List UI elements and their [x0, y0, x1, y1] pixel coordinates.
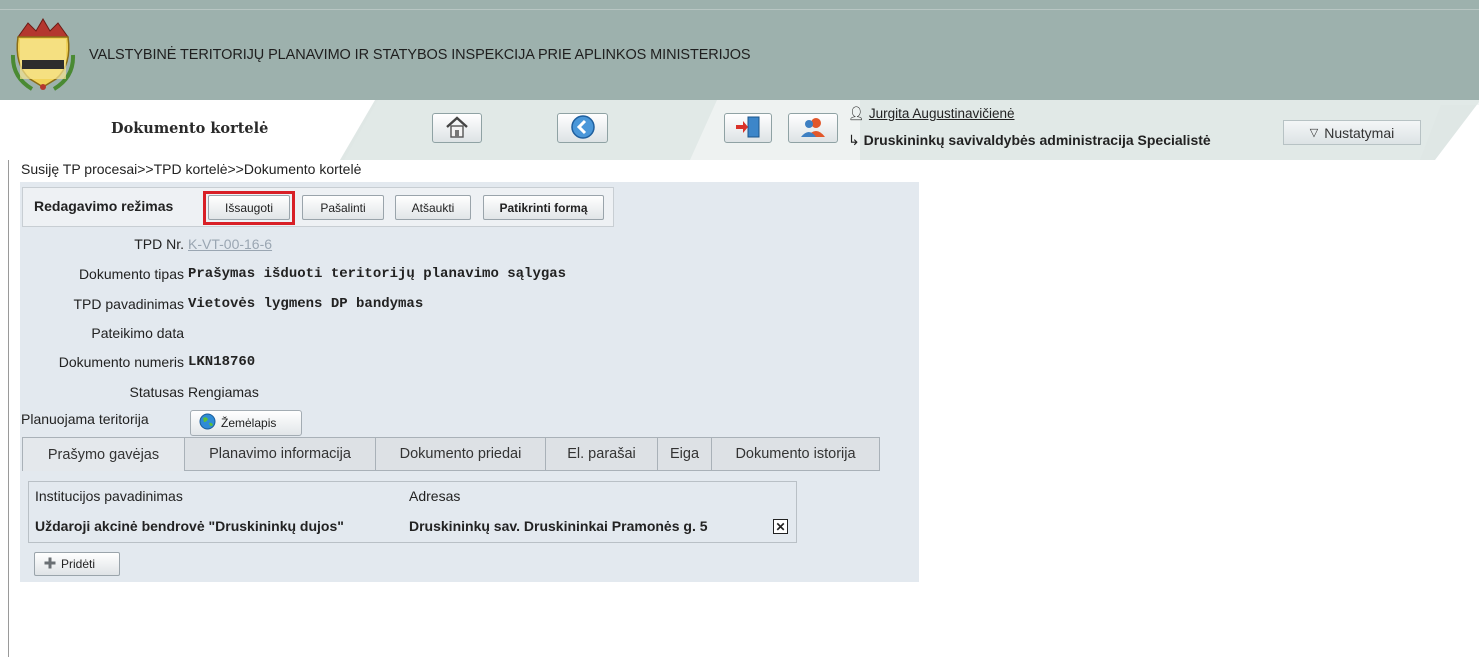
tpd-name-value: Vietovės lygmens DP bandymas	[188, 296, 424, 312]
back-arrow-icon	[570, 114, 596, 143]
tpd-nr-link[interactable]: K-VT-00-16-6	[188, 236, 272, 252]
settings-label: Nustatymai	[1324, 124, 1395, 141]
tab-progress[interactable]: Eiga	[658, 437, 712, 471]
recipient-address-cell: Druskininkų sav. Druskininkai Pramonės g…	[409, 518, 708, 534]
user-organization-label: Druskininkų savivaldybės administracija …	[863, 132, 1211, 148]
remove-recipient-button[interactable]: ✕	[773, 519, 788, 534]
breadcrumb-item-current: Dokumento kortelė	[243, 161, 362, 177]
status-value: Rengiamas	[188, 384, 259, 400]
organization-title: VALSTYBINĖ TERITORIJŲ PLANAVIMO IR STATY…	[89, 47, 751, 63]
back-button[interactable]	[557, 113, 608, 143]
doc-type-value: Prašymas išduoti teritorijų planavimo są…	[188, 266, 567, 282]
map-button[interactable]: Žemėlapis	[190, 410, 302, 436]
plus-icon	[44, 557, 56, 572]
tab-history[interactable]: Dokumento istorija	[712, 437, 880, 471]
user-organization: ↳ Druskininkų savivaldybės administracij…	[848, 132, 1211, 149]
tpd-name-label: TPD pavadinimas	[73, 296, 185, 312]
check-form-button[interactable]: Patikrinti formą	[483, 195, 604, 220]
users-icon	[799, 116, 827, 141]
breadcrumb-separator: >>	[137, 161, 154, 177]
doc-type-label: Dokumento tipas	[78, 266, 184, 282]
column-header-institution: Institucijos pavadinimas	[35, 488, 183, 504]
add-recipient-button[interactable]: Pridėti	[34, 552, 120, 576]
save-highlight-box	[203, 191, 295, 225]
site-header: VALSTYBINĖ TERITORIJŲ PLANAVIMO IR STATY…	[0, 0, 1479, 100]
logout-button[interactable]	[724, 113, 772, 143]
logout-door-icon	[734, 115, 762, 142]
tpd-nr-label: TPD Nr.	[134, 236, 184, 252]
status-label: Statusas	[129, 384, 184, 400]
tab-planning-info[interactable]: Planavimo informacija	[185, 437, 376, 471]
settings-dropdown[interactable]: ▽ Nustatymai	[1283, 120, 1421, 145]
home-button[interactable]	[432, 113, 482, 143]
delete-button[interactable]: Pašalinti	[302, 195, 384, 220]
header-divider	[0, 9, 1479, 10]
tab-recipient[interactable]: Prašymo gavėjas	[22, 437, 185, 471]
triangle-down-icon: ▽	[1309, 127, 1319, 139]
recipient-institution-cell: Uždaroji akcinė bendrovė "Druskininkų du…	[35, 518, 344, 534]
edit-mode-label: Redagavimo režimas	[34, 198, 174, 214]
home-icon	[444, 115, 470, 142]
left-border-line	[8, 160, 9, 657]
doc-number-value: LKN18760	[188, 354, 256, 370]
breadcrumb-separator: >>	[227, 161, 244, 177]
document-tabs: Prašymo gavėjas Planavimo informacija Do…	[22, 437, 880, 471]
user-icon: 👤︎	[848, 106, 866, 121]
map-button-label: Žemėlapis	[221, 416, 277, 430]
inspection-logo	[10, 15, 76, 95]
doc-number-label: Dokumento numeris	[58, 354, 184, 370]
tab-signatures[interactable]: El. parašai	[546, 437, 658, 471]
breadcrumb-item-tpd-card[interactable]: TPD kortelė	[154, 161, 228, 177]
breadcrumb: Susiję TP procesai>>TPD kortelė>>Dokumen…	[21, 161, 361, 177]
user-info: 👤︎ Jurgita Augustinavičienė	[848, 106, 1015, 122]
users-button[interactable]	[788, 113, 838, 143]
close-icon: ✕	[775, 519, 786, 534]
user-name-link[interactable]: Jurgita Augustinavičienė	[869, 106, 1015, 121]
tab-attachments[interactable]: Dokumento priedai	[376, 437, 546, 471]
submit-date-label: Pateikimo data	[91, 325, 184, 341]
subdirectory-arrow-icon: ↳	[848, 132, 860, 148]
globe-icon	[199, 413, 216, 433]
add-button-label: Pridėti	[61, 557, 96, 571]
column-header-address: Adresas	[409, 488, 461, 504]
cancel-button[interactable]: Atšaukti	[395, 195, 471, 220]
breadcrumb-item-processes[interactable]: Susiję TP procesai	[21, 161, 137, 177]
page-title: Dokumento kortelė	[111, 120, 269, 137]
territory-label: Planuojama teritorija	[21, 411, 149, 427]
